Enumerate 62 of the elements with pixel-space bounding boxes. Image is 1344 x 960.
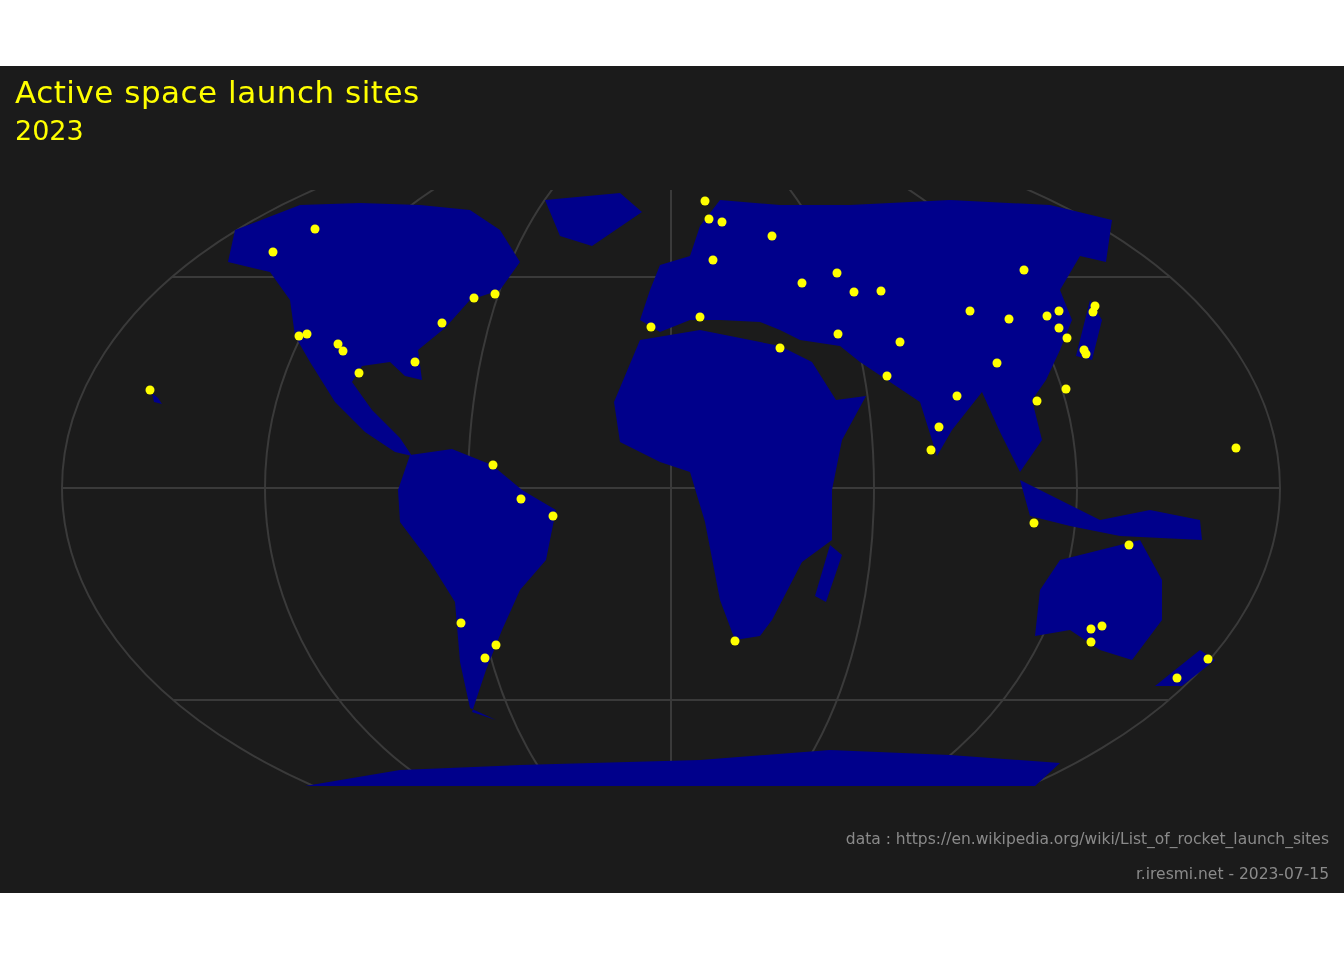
launch-site-marker <box>1062 333 1072 343</box>
launch-site-marker <box>490 289 500 299</box>
launch-site-marker <box>310 224 320 234</box>
launch-site-marker <box>1124 540 1134 550</box>
launch-site-marker <box>730 636 740 646</box>
launch-site-marker <box>926 445 936 455</box>
launch-site-marker <box>437 318 447 328</box>
launch-site-marker <box>849 287 859 297</box>
launch-site-marker <box>876 286 886 296</box>
launch-site-marker <box>832 268 842 278</box>
launch-site-marker <box>1061 384 1071 394</box>
launch-site-marker <box>708 255 718 265</box>
launch-site-marker <box>1172 673 1182 683</box>
launch-site-marker <box>410 357 420 367</box>
launch-site-marker <box>1054 323 1064 333</box>
launch-site-marker <box>469 293 479 303</box>
chart-subtitle: 2023 <box>15 114 84 148</box>
launch-site-marker <box>1203 654 1213 664</box>
launch-site-marker <box>1054 306 1064 316</box>
launch-site-marker <box>333 339 343 349</box>
launch-site-marker <box>965 306 975 316</box>
launch-site-marker <box>302 329 312 339</box>
launch-site-marker <box>516 494 526 504</box>
launch-site-marker <box>704 214 714 224</box>
launch-site-marker <box>338 346 348 356</box>
launch-site-marker <box>695 312 705 322</box>
launch-site-marker <box>934 422 944 432</box>
launch-site-marker <box>1097 621 1107 631</box>
launch-site-marker <box>895 337 905 347</box>
credit-caption: r.iresmi.net - 2023-07-15 <box>1135 864 1329 885</box>
launch-site-marker <box>491 640 501 650</box>
launch-site-marker <box>833 329 843 339</box>
chart-title: Active space launch sites <box>15 73 420 112</box>
launch-site-marker <box>268 247 278 257</box>
launch-site-marker <box>294 331 304 341</box>
launch-site-marker <box>1088 307 1098 317</box>
launch-site-marker <box>456 618 466 628</box>
launch-site-marker <box>145 385 155 395</box>
source-caption: data : https://en.wikipedia.org/wiki/List_of_rocket_launch_sites <box>845 829 1329 850</box>
launch-site-marker <box>767 231 777 241</box>
launch-site-marker <box>775 343 785 353</box>
launch-site-marker <box>480 653 490 663</box>
launch-site-marker <box>1086 637 1096 647</box>
launch-site-marker <box>1086 624 1096 634</box>
launch-site-marker <box>1042 311 1052 321</box>
launch-site-marker <box>882 371 892 381</box>
island-drawing <box>152 393 162 404</box>
launch-site-marker <box>1019 265 1029 275</box>
launch-site-marker <box>797 278 807 288</box>
launch-site-marker <box>1081 349 1091 359</box>
launch-site-marker <box>488 460 498 470</box>
launch-site-marker <box>1231 443 1241 453</box>
launch-site-marker <box>1004 314 1014 324</box>
launch-site-marker <box>992 358 1002 368</box>
launch-site-marker <box>548 511 558 521</box>
launch-site-marker <box>952 391 962 401</box>
launch-site-marker <box>1032 396 1042 406</box>
launch-site-marker <box>646 322 656 332</box>
launch-site-marker <box>354 368 364 378</box>
launch-site-marker <box>717 217 727 227</box>
launch-site-marker <box>1029 518 1039 528</box>
launch-site-marker <box>700 196 710 206</box>
